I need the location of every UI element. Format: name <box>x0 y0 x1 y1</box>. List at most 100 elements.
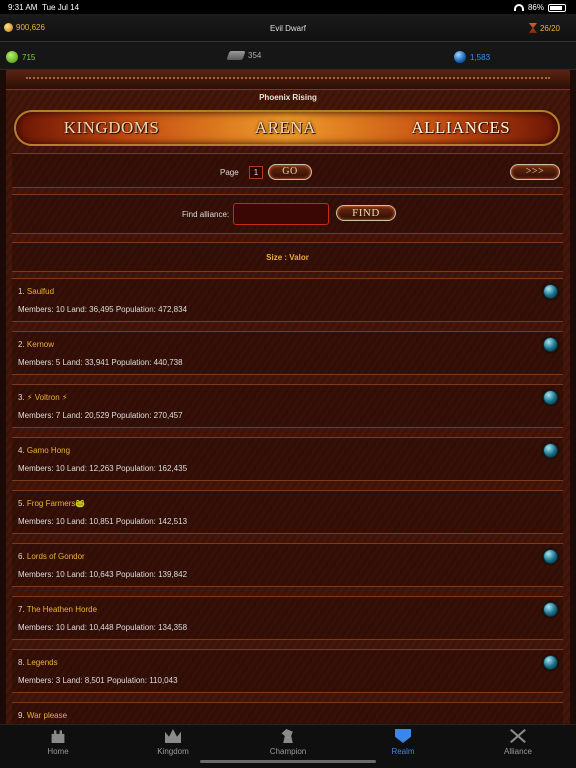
top-resource-bar: 900,626 Evil Dwarf 26/20 <box>0 14 576 42</box>
find-button[interactable]: FIND <box>336 205 396 221</box>
stone-counter: 354 <box>226 51 262 60</box>
horse-icon <box>281 729 293 743</box>
go-button[interactable]: GO <box>268 164 312 180</box>
alliance-name-link[interactable]: Saulfud <box>27 287 54 296</box>
tabbar-alliance-label: Alliance <box>503 747 532 756</box>
alliance-title: 5. Frog Farmers🐸 <box>18 499 85 508</box>
tabbar-home[interactable]: Home <box>18 729 98 756</box>
alliance-row[interactable]: 5. Frog Farmers🐸 Members: 10 Land: 10,851… <box>12 490 563 534</box>
alliance-orb-icon[interactable] <box>543 390 558 405</box>
alliance-name-link[interactable]: War please <box>27 711 67 720</box>
alliance-title: 9. War please <box>18 711 67 720</box>
alliance-orb-icon[interactable] <box>543 337 558 352</box>
alliance-orb-icon[interactable] <box>543 284 558 299</box>
status-date: Tue Jul 14 <box>42 3 80 12</box>
alliance-stats: Members: 10 Land: 12,263 Population: 162… <box>18 464 188 473</box>
alliance-name-link[interactable]: Lords of Gondor <box>27 552 85 561</box>
alliance-row[interactable]: 9. War please <box>12 702 563 724</box>
status-right: 86% <box>513 3 566 12</box>
alliance-orb-icon[interactable] <box>543 655 558 670</box>
find-alliance-label: Find alliance: <box>182 210 230 219</box>
food-value: 715 <box>22 52 36 62</box>
tab-arena[interactable]: ARENA <box>255 118 316 138</box>
page-number-input[interactable]: 1 <box>249 166 263 179</box>
find-alliance-input[interactable] <box>233 203 329 225</box>
battery-percent: 86% <box>527 3 544 12</box>
battery-icon <box>548 3 566 12</box>
status-bar: 9:31 AM Tue Jul 14 86% <box>0 0 576 14</box>
realm-main-panel: Phoenix Rising KINGDOMS ARENA ALLIANCES … <box>0 70 576 724</box>
tabbar-realm-label: Realm <box>391 747 415 756</box>
alliance-stats: Members: 10 Land: 10,448 Population: 134… <box>18 623 188 632</box>
alliance-row[interactable]: 2. Kernow Members: 5 Land: 33,941 Populat… <box>12 331 563 375</box>
frame-rivets <box>26 77 550 79</box>
alliance-name-link[interactable]: Frog Farmers🐸 <box>27 499 85 508</box>
alliance-row[interactable]: 1. Saulfud Members: 10 Land: 36,495 Popul… <box>12 278 563 322</box>
food-counter: 715 <box>6 51 35 63</box>
alliance-rank: 1. <box>18 287 25 296</box>
alliance-name-link[interactable]: ⚡ Voltron ⚡ <box>27 393 68 402</box>
sort-selector[interactable]: Size : Valor <box>12 242 563 272</box>
alliance-row[interactable]: 7. The Heathen Horde Members: 10 Land: 10… <box>12 596 563 640</box>
tabbar-champion[interactable]: Champion <box>248 729 328 756</box>
stone-value: 354 <box>248 51 262 60</box>
alliance-rank: 6. <box>18 552 25 561</box>
mana-orb-icon <box>454 51 466 63</box>
alliance-row[interactable]: 8. Legends Members: 3 Land: 8,501 Populat… <box>12 649 563 693</box>
alliance-stats: Members: 5 Land: 33,941 Population: 440,… <box>18 358 183 367</box>
alliance-title: 1. Saulfud <box>18 287 54 296</box>
alliance-title: 3. ⚡ Voltron ⚡ <box>18 393 68 402</box>
alliance-stats: Members: 7 Land: 20,529 Population: 270,… <box>18 411 183 420</box>
alliance-stats: Members: 3 Land: 8,501 Population: 110,0… <box>18 676 178 685</box>
alliance-stats: Members: 10 Land: 36,495 Population: 472… <box>18 305 188 314</box>
stone-icon <box>226 51 246 60</box>
crown-icon <box>165 729 181 743</box>
alliance-row[interactable]: 4. Gamo Hong Members: 10 Land: 12,263 Pop… <box>12 437 563 481</box>
next-page-button[interactable]: >>> <box>510 164 560 180</box>
alliance-rank: 9. <box>18 711 25 720</box>
player-name: Evil Dwarf <box>269 24 306 33</box>
alliance-name-link[interactable]: Gamo Hong <box>27 446 70 455</box>
home-indicator[interactable] <box>200 760 376 763</box>
realm-name: Phoenix Rising <box>259 93 317 102</box>
search-panel: Find alliance: FIND <box>12 194 563 234</box>
page-label: Page <box>220 168 239 177</box>
tabbar-kingdom[interactable]: Kingdom <box>133 729 213 756</box>
alliance-row[interactable]: 3. ⚡ Voltron ⚡ Members: 7 Land: 20,529 Po… <box>12 384 563 428</box>
battery-fill <box>550 5 563 10</box>
alliance-name-link[interactable]: Legends <box>27 658 58 667</box>
status-time: 9:31 AM <box>8 3 38 12</box>
shield-icon <box>395 729 411 743</box>
alliance-orb-icon[interactable] <box>543 602 558 617</box>
alliance-name-link[interactable]: The Heathen Horde <box>27 605 97 614</box>
castle-icon <box>51 730 65 743</box>
tabbar-alliance[interactable]: Alliance <box>478 729 558 756</box>
crossed-swords-icon <box>510 729 526 743</box>
turns-counter: 26/20 <box>528 23 560 33</box>
tabbar-realm[interactable]: Realm <box>363 729 443 756</box>
alliance-row[interactable]: 6. Lords of Gondor Members: 10 Land: 10,6… <box>12 543 563 587</box>
alliance-rank: 8. <box>18 658 25 667</box>
alliance-name-link[interactable]: Kernow <box>27 340 54 349</box>
alliance-title: 6. Lords of Gondor <box>18 552 85 561</box>
alliance-title: 2. Kernow <box>18 340 54 349</box>
tab-kingdoms[interactable]: KINGDOMS <box>64 118 160 138</box>
hourglass-icon <box>528 23 537 33</box>
alliance-stats: Members: 10 Land: 10,643 Population: 139… <box>18 570 188 579</box>
mana-counter: 1,583 <box>454 51 490 63</box>
wifi-icon <box>513 4 524 11</box>
tab-alliances[interactable]: ALLIANCES <box>411 118 510 138</box>
alliance-rank: 4. <box>18 446 25 455</box>
alliance-rank: 5. <box>18 499 25 508</box>
ranking-tabs: KINGDOMS ARENA ALLIANCES <box>14 110 560 146</box>
tabbar-champion-label: Champion <box>269 747 307 756</box>
alliance-rank: 2. <box>18 340 25 349</box>
apple-icon <box>6 51 18 63</box>
alliance-orb-icon[interactable] <box>543 549 558 564</box>
alliance-orb-icon[interactable] <box>543 443 558 458</box>
pager-panel: Page 1 GO >>> <box>12 153 563 188</box>
mana-value: 1,583 <box>470 52 491 62</box>
alliance-title: 8. Legends <box>18 658 58 667</box>
tabbar-home-label: Home <box>47 747 69 756</box>
alliance-title: 7. The Heathen Horde <box>18 605 97 614</box>
